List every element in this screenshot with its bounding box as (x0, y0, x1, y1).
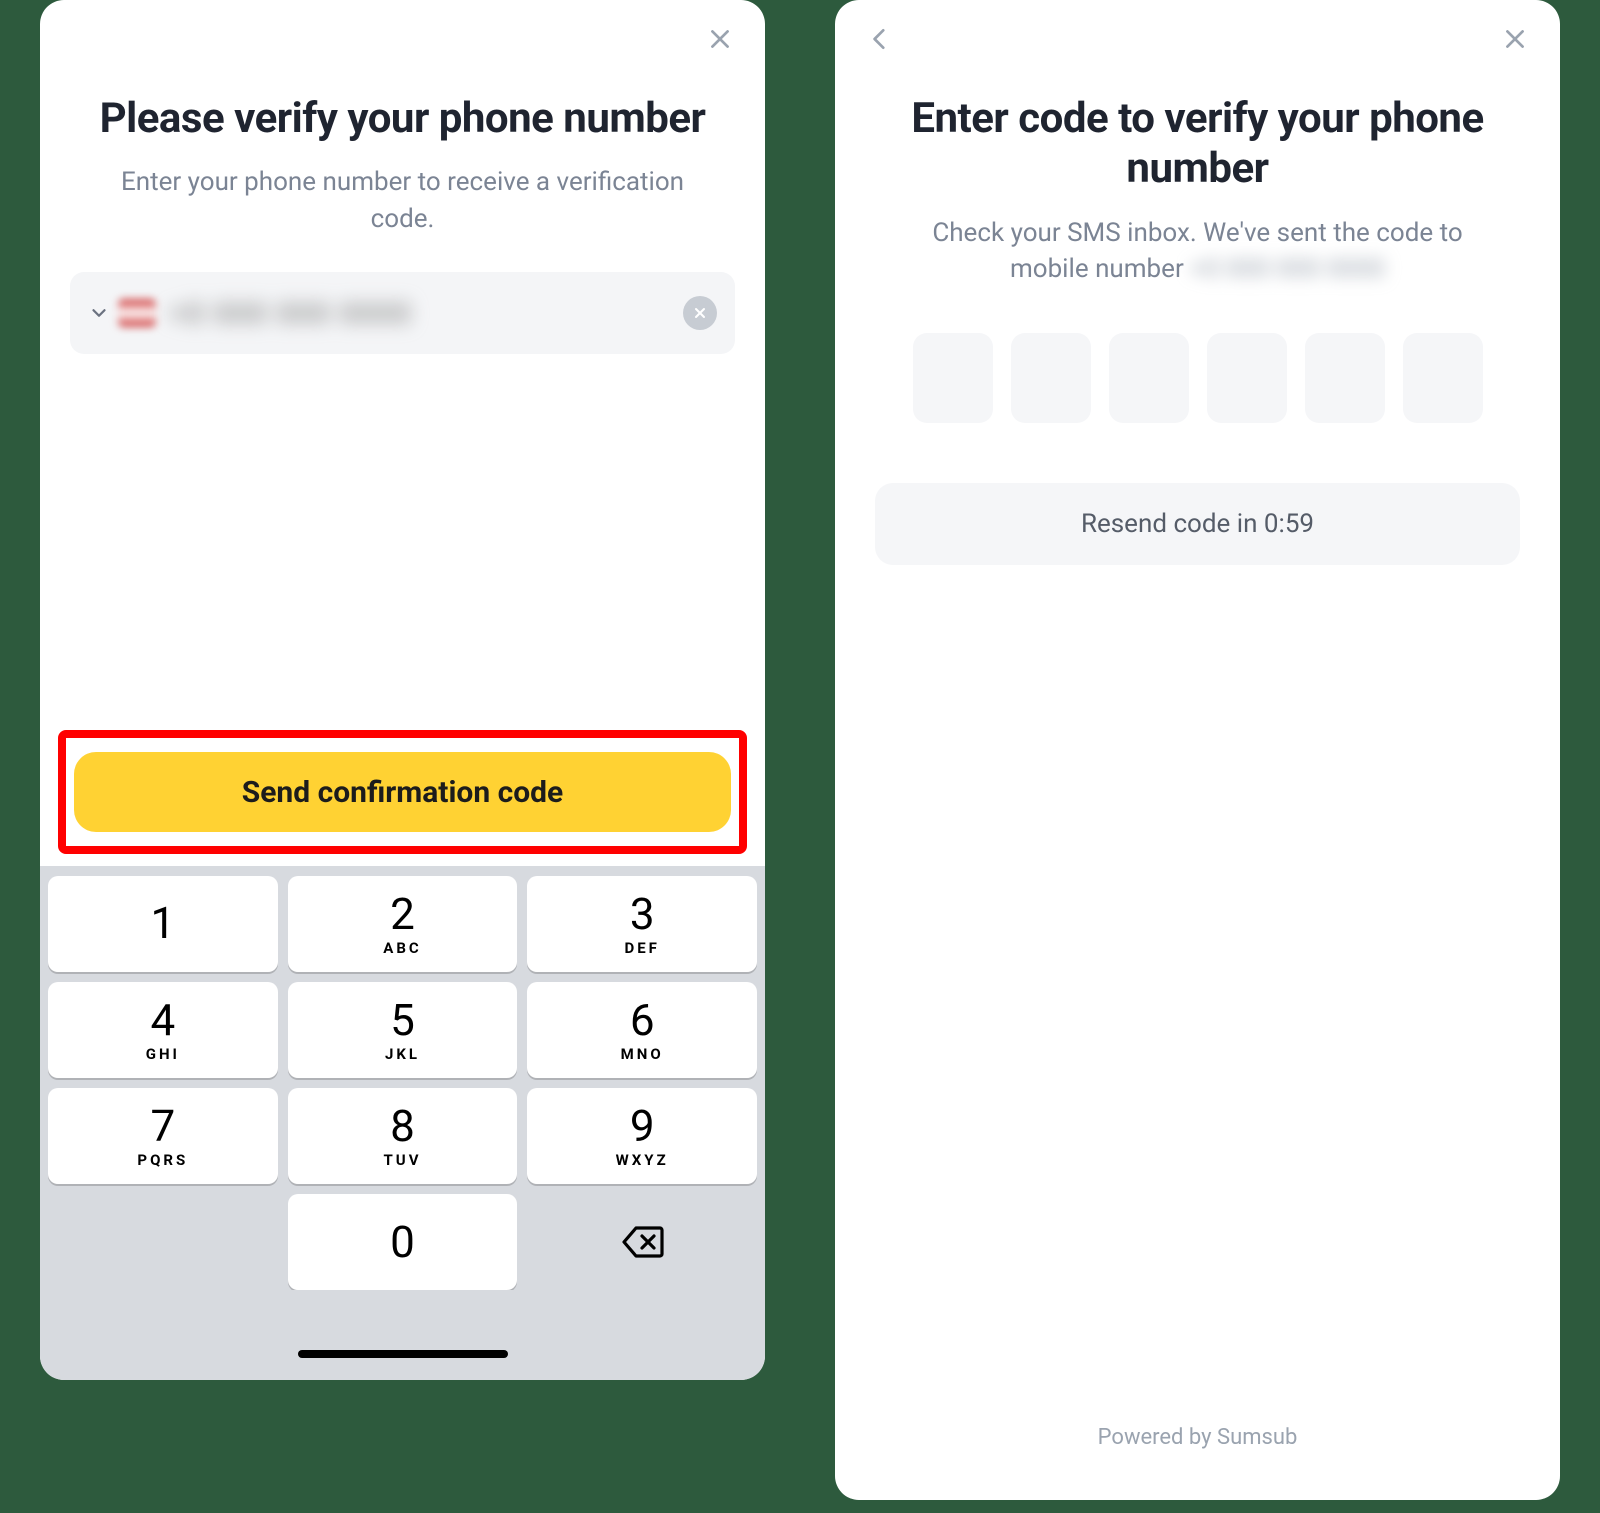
key-6[interactable]: 6MNO (527, 982, 757, 1078)
country-flag-icon (118, 299, 156, 327)
topbar (835, 0, 1560, 64)
key-0[interactable]: 0 (288, 1194, 518, 1290)
code-digit-5[interactable] (1305, 333, 1385, 423)
backspace-icon[interactable] (527, 1194, 757, 1290)
powered-by: Powered by Sumsub (835, 1425, 1560, 1500)
code-input-row (835, 323, 1560, 483)
page-title: Enter code to verify your phone number (835, 64, 1560, 215)
key-7[interactable]: 7PQRS (48, 1088, 278, 1184)
key-3[interactable]: 3DEF (527, 876, 757, 972)
code-digit-1[interactable] (913, 333, 993, 423)
send-code-button[interactable]: Send confirmation code (74, 752, 731, 832)
page-title: Please verify your phone number (40, 64, 765, 164)
numeric-keypad: 1 2ABC 3DEF 4GHI 5JKL 6MNO 7PQRS 8TUV 9W… (40, 866, 765, 1290)
code-digit-4[interactable] (1207, 333, 1287, 423)
verify-phone-screen: Please verify your phone number Enter yo… (40, 0, 765, 1380)
key-2[interactable]: 2ABC (288, 876, 518, 972)
key-5[interactable]: 5JKL (288, 982, 518, 1078)
page-subtitle: Check your SMS inbox. We've sent the cod… (835, 215, 1560, 323)
phone-number-value: +0 000 000 0000 (170, 297, 669, 330)
page-subtitle: Enter your phone number to receive a ver… (40, 164, 765, 272)
masked-phone: +0 000 000 0000 (1190, 254, 1385, 284)
phone-input[interactable]: +0 000 000 0000 (70, 272, 735, 354)
back-icon[interactable] (865, 24, 895, 54)
key-1[interactable]: 1 (48, 876, 278, 972)
enter-code-screen: Enter code to verify your phone number C… (835, 0, 1560, 1500)
home-indicator-area (40, 1290, 765, 1380)
close-icon[interactable] (1500, 24, 1530, 54)
topbar (40, 0, 765, 64)
home-indicator[interactable] (298, 1350, 508, 1358)
resend-code-button: Resend code in 0:59 (875, 483, 1520, 565)
code-digit-3[interactable] (1109, 333, 1189, 423)
country-dropdown[interactable] (88, 299, 156, 327)
code-digit-6[interactable] (1403, 333, 1483, 423)
key-8[interactable]: 8TUV (288, 1088, 518, 1184)
close-icon[interactable] (705, 24, 735, 54)
key-blank (48, 1194, 278, 1290)
key-4[interactable]: 4GHI (48, 982, 278, 1078)
clear-input-icon[interactable] (683, 296, 717, 330)
key-9[interactable]: 9WXYZ (527, 1088, 757, 1184)
highlight-annotation: Send confirmation code (58, 730, 747, 854)
code-digit-2[interactable] (1011, 333, 1091, 423)
